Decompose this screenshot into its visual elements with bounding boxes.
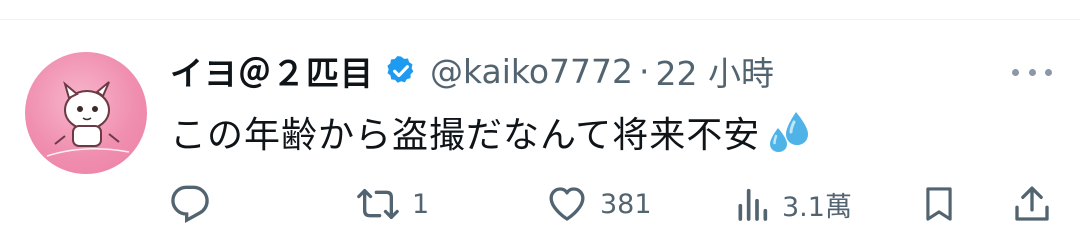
more-options-icon[interactable] [1012, 62, 1052, 82]
like-button[interactable]: 381 [546, 176, 652, 232]
tweet-body: この年齢から盗撮だなんて将来不安 [170, 115, 761, 156]
retweet-icon [356, 184, 400, 224]
reply-button[interactable] [170, 176, 210, 232]
more-dot [1045, 68, 1052, 76]
user-handle[interactable]: @kaiko7772 [430, 52, 633, 91]
action-bar: 1 381 3.1萬 [0, 176, 1080, 232]
sweat-droplets-icon [766, 108, 814, 156]
tweet-header: イヨ＠２匹目 @kaiko7772 · 22 小時 [170, 47, 774, 95]
share-icon [1012, 184, 1052, 224]
heart-icon [546, 184, 588, 224]
timestamp[interactable]: 22 小時 [656, 47, 774, 95]
share-button[interactable] [1012, 176, 1052, 232]
bookmark-icon [920, 184, 958, 224]
views-count: 3.1萬 [782, 191, 852, 223]
avatar[interactable] [25, 52, 147, 174]
tweet-text: この年齢から盗撮だなんて将来不安 [170, 108, 814, 156]
top-divider [0, 19, 1080, 20]
bookmark-button[interactable] [920, 176, 958, 232]
retweet-count: 1 [412, 188, 430, 220]
like-count: 381 [600, 188, 652, 220]
views-icon [734, 184, 770, 224]
reply-icon [170, 184, 210, 224]
separator-dot: · [639, 51, 650, 91]
more-dot [1028, 68, 1036, 76]
retweet-button[interactable]: 1 [356, 176, 429, 232]
display-name[interactable]: イヨ＠２匹目 [170, 47, 374, 95]
more-dot [1012, 68, 1019, 76]
verified-badge-icon [384, 54, 418, 88]
views-button[interactable]: 3.1萬 [734, 176, 852, 232]
